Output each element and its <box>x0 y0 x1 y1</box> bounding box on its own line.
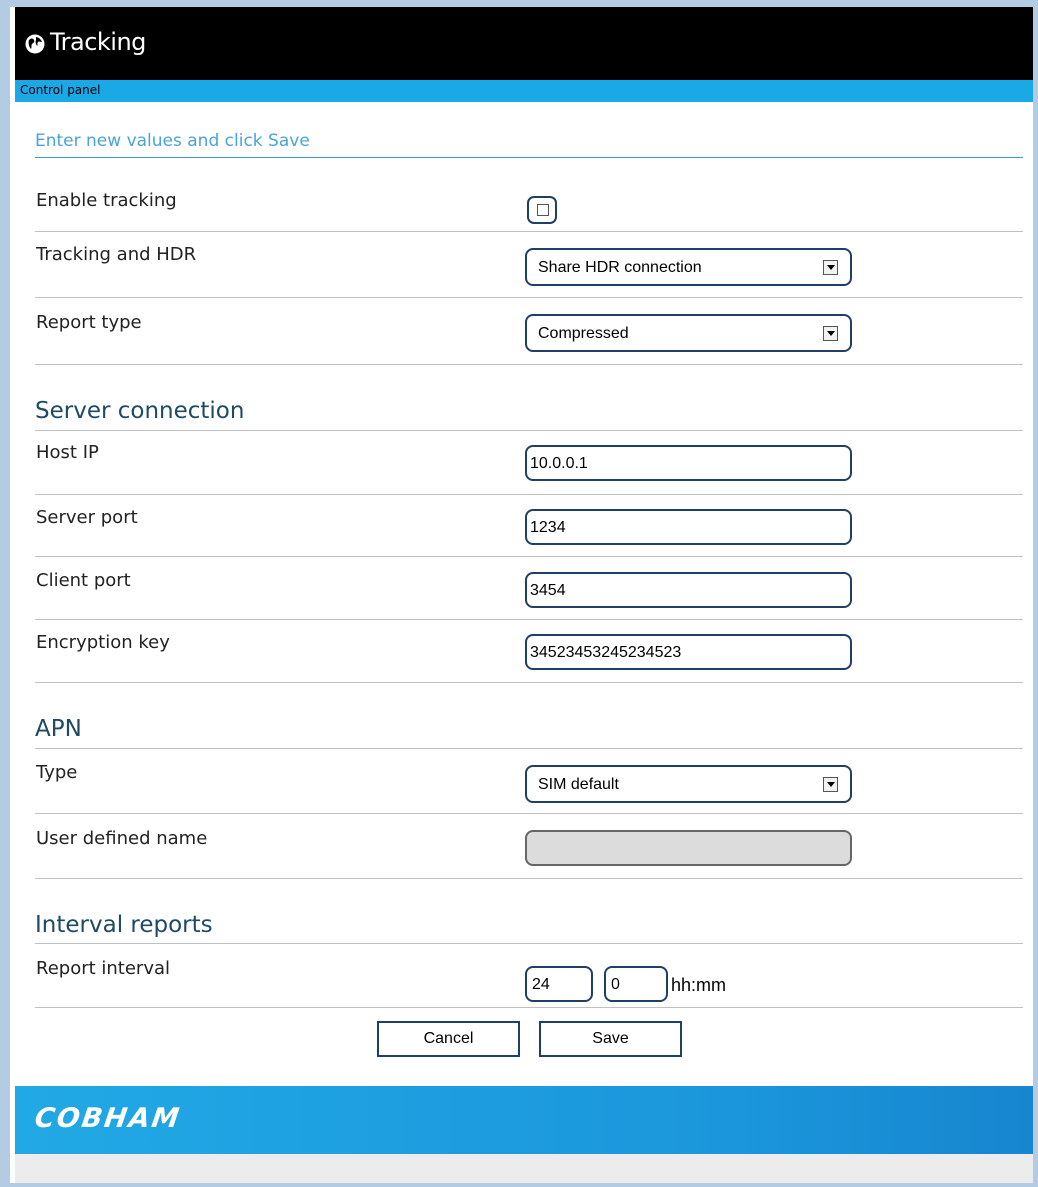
encryption-key-label: Encryption key <box>36 632 170 653</box>
footer-bar: COBHAM <box>15 1086 1033 1154</box>
checkbox-box-icon <box>537 204 549 216</box>
row-divider <box>35 494 1023 495</box>
footer-bottom-strip <box>15 1154 1033 1183</box>
page-title: Tracking <box>50 28 146 56</box>
control-panel-bar: Control panel <box>15 80 1033 102</box>
interval-unit-label: hh:mm <box>671 975 727 995</box>
page-frame <box>0 0 1038 1187</box>
apn-type-select[interactable]: SIM default <box>525 765 852 803</box>
report-type-select[interactable]: Compressed <box>525 314 852 352</box>
row-divider <box>35 878 1023 879</box>
row-divider <box>35 619 1023 620</box>
report-interval-label: Report interval <box>36 958 171 979</box>
chevron-down-icon <box>823 777 838 792</box>
save-button[interactable]: Save <box>539 1021 682 1057</box>
chevron-down-icon <box>823 326 838 341</box>
interval-hours-input[interactable]: 24 <box>525 966 593 1002</box>
report-type-value: Compressed <box>538 325 629 342</box>
server-connection-heading: Server connection <box>35 398 245 424</box>
tracking-hdr-label: Tracking and HDR <box>36 244 197 265</box>
client-port-label: Client port <box>36 570 131 591</box>
host-ip-label: Host IP <box>36 442 99 463</box>
section-divider <box>35 748 1023 749</box>
tracking-hdr-value: Share HDR connection <box>538 259 702 276</box>
breadcrumb-control-panel[interactable]: Control panel <box>20 83 100 97</box>
row-divider <box>35 297 1023 298</box>
row-divider <box>35 556 1023 557</box>
server-port-label: Server port <box>36 507 138 528</box>
interval-minutes-input[interactable]: 0 <box>604 966 668 1002</box>
section-divider <box>35 430 1023 431</box>
cancel-button[interactable]: Cancel <box>377 1021 520 1057</box>
globe-icon <box>25 34 45 54</box>
user-defined-name-input <box>525 830 852 866</box>
frame-top-border <box>0 0 1038 7</box>
cobham-logo: COBHAM <box>32 1103 183 1134</box>
client-port-input[interactable]: 3454 <box>525 572 852 608</box>
host-ip-input[interactable]: 10.0.0.1 <box>525 445 852 481</box>
row-divider <box>35 231 1023 232</box>
apn-heading: APN <box>35 716 82 742</box>
user-defined-name-label: User defined name <box>36 828 208 849</box>
apn-type-value: SIM default <box>538 776 619 793</box>
section-divider <box>35 943 1023 944</box>
form-instructions: Enter new values and click Save <box>35 131 310 151</box>
row-divider <box>35 364 1023 365</box>
encryption-key-input[interactable]: 34523453245234523 <box>525 634 852 670</box>
intro-divider <box>35 157 1023 158</box>
row-divider <box>35 682 1023 683</box>
tracking-hdr-select[interactable]: Share HDR connection <box>525 248 852 286</box>
apn-type-label: Type <box>36 762 78 783</box>
interval-reports-heading: Interval reports <box>35 912 213 938</box>
report-type-label: Report type <box>36 312 142 333</box>
enable-tracking-label: Enable tracking <box>36 190 177 211</box>
enable-tracking-checkbox[interactable] <box>527 196 557 224</box>
chevron-down-icon <box>823 260 838 275</box>
header-bar: Tracking <box>15 7 1033 80</box>
row-divider <box>35 813 1023 814</box>
row-divider <box>35 1007 1023 1008</box>
server-port-input[interactable]: 1234 <box>525 509 852 545</box>
